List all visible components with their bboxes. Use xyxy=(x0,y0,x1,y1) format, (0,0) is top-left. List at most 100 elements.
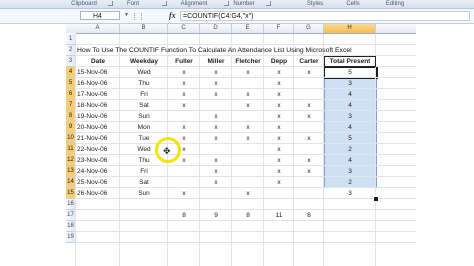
column-total-cell[interactable]: 9 xyxy=(200,210,232,221)
total-present-cell[interactable]: 3 xyxy=(324,78,376,89)
column-header-c[interactable]: C xyxy=(168,24,200,33)
weekday-cell[interactable]: Mon xyxy=(120,122,168,133)
attendance-cell[interactable]: x xyxy=(168,188,200,199)
date-cell[interactable]: 22-Nov-06 xyxy=(77,144,121,155)
total-present-cell[interactable]: 3 xyxy=(324,166,376,177)
weekday-cell[interactable]: Fri xyxy=(120,89,168,100)
total-present-cell[interactable]: 4 xyxy=(324,89,376,100)
ribbon-group-number[interactable]: Number xyxy=(226,0,262,8)
ribbon-group-cells[interactable]: Cells xyxy=(340,0,366,8)
attendance-cell[interactable]: x xyxy=(294,67,324,78)
attendance-cell[interactable]: x xyxy=(264,111,294,122)
column-header-g[interactable]: G xyxy=(294,24,324,33)
attendance-cell[interactable]: x xyxy=(200,89,232,100)
attendance-cell[interactable] xyxy=(232,166,264,177)
column-header-e[interactable]: E xyxy=(232,24,264,33)
ribbon-group-editing[interactable]: Editing xyxy=(378,0,412,8)
attendance-cell[interactable]: x xyxy=(200,155,232,166)
column-header-a[interactable]: A xyxy=(76,24,120,33)
attendance-cell[interactable] xyxy=(294,89,324,100)
attendance-cell[interactable] xyxy=(168,166,200,177)
ribbon-group-clipboard[interactable]: Clipboard xyxy=(64,0,104,8)
attendance-cell[interactable]: x xyxy=(200,133,232,144)
ribbon-group-font[interactable]: Font xyxy=(118,0,148,8)
attendance-cell[interactable]: x xyxy=(232,122,264,133)
date-cell[interactable]: 25-Nov-06 xyxy=(77,177,121,188)
number-launcher-icon[interactable] xyxy=(266,1,271,6)
attendance-cell[interactable] xyxy=(168,111,200,122)
total-present-cell[interactable]: 2 xyxy=(324,144,376,155)
weekday-cell[interactable]: Fri xyxy=(120,166,168,177)
column-header-h[interactable]: H xyxy=(324,24,376,33)
attendance-cell[interactable] xyxy=(294,144,324,155)
insert-function-icon[interactable]: fx xyxy=(169,11,176,20)
total-present-cell[interactable]: 4 xyxy=(324,100,376,111)
weekday-cell[interactable]: Sun xyxy=(120,188,168,199)
date-cell[interactable]: 19-Nov-06 xyxy=(77,111,121,122)
attendance-cell[interactable]: x xyxy=(168,100,200,111)
attendance-cell[interactable] xyxy=(200,188,232,199)
total-present-cell[interactable]: 3 xyxy=(324,188,376,199)
date-cell[interactable]: 15-Nov-06 xyxy=(77,67,121,78)
date-cell[interactable]: 24-Nov-06 xyxy=(77,166,121,177)
attendance-cell[interactable]: x xyxy=(200,177,232,188)
attendance-cell[interactable]: x xyxy=(264,67,294,78)
column-header-f[interactable]: F xyxy=(264,24,294,33)
ribbon-group-styles[interactable]: Styles xyxy=(300,0,330,8)
attendance-cell[interactable]: x xyxy=(232,89,264,100)
attendance-cell[interactable]: x xyxy=(294,166,324,177)
attendance-cell[interactable]: x xyxy=(232,188,264,199)
attendance-cell[interactable] xyxy=(232,177,264,188)
total-present-cell[interactable]: 5 xyxy=(324,67,376,78)
column-header-b[interactable]: B xyxy=(120,24,168,33)
column-total-cell[interactable]: 8 xyxy=(294,210,324,221)
column-header-d[interactable]: D xyxy=(200,24,232,33)
total-present-cell[interactable]: 4 xyxy=(324,155,376,166)
worksheet-grid[interactable]: 1 2 3 4 5 6 7 8 9 10 11 12 13 14 15 16 17 18 19 How To Use … xyxy=(0,34,474,266)
attendance-cell[interactable]: x xyxy=(168,122,200,133)
attendance-cell[interactable]: x xyxy=(232,100,264,111)
attendance-cell[interactable] xyxy=(200,144,232,155)
attendance-cell[interactable]: x xyxy=(264,100,294,111)
attendance-cell[interactable]: x xyxy=(264,89,294,100)
attendance-cell[interactable]: x xyxy=(264,155,294,166)
weekday-cell[interactable]: Sun xyxy=(120,111,168,122)
attendance-cell[interactable] xyxy=(232,144,264,155)
attendance-cell[interactable]: x xyxy=(200,122,232,133)
attendance-cell[interactable]: x xyxy=(264,122,294,133)
attendance-cell[interactable]: x xyxy=(294,155,324,166)
attendance-cell[interactable]: x xyxy=(168,78,200,89)
date-cell[interactable]: 18-Nov-06 xyxy=(77,100,121,111)
date-cell[interactable]: 21-Nov-06 xyxy=(77,133,121,144)
attendance-cell[interactable]: x xyxy=(294,133,324,144)
attendance-cell[interactable] xyxy=(294,177,324,188)
attendance-cell[interactable]: x xyxy=(264,144,294,155)
total-present-cell[interactable]: 3 xyxy=(324,111,376,122)
fill-handle[interactable] xyxy=(373,196,379,202)
attendance-cell[interactable]: x xyxy=(264,78,294,89)
attendance-cell[interactable] xyxy=(232,78,264,89)
weekday-cell[interactable]: Sat xyxy=(120,100,168,111)
chevron-down-icon[interactable]: ▼ xyxy=(124,12,129,18)
attendance-cell[interactable]: x xyxy=(232,67,264,78)
attendance-cell[interactable]: x xyxy=(264,177,294,188)
total-present-cell[interactable]: 2 xyxy=(324,177,376,188)
column-total-cell[interactable]: 8 xyxy=(232,210,264,221)
attendance-cell[interactable] xyxy=(232,155,264,166)
ribbon-group-alignment[interactable]: Alignment xyxy=(170,0,218,8)
column-total-cell[interactable]: 11 xyxy=(264,210,294,221)
attendance-cell[interactable]: x xyxy=(200,67,232,78)
date-cell[interactable]: 26-Nov-06 xyxy=(77,188,121,199)
attendance-cell[interactable]: x xyxy=(168,89,200,100)
name-box[interactable]: H4 xyxy=(80,11,120,20)
column-total-cell[interactable]: 8 xyxy=(168,210,200,221)
attendance-cell[interactable] xyxy=(294,122,324,133)
weekday-cell[interactable]: Thu xyxy=(120,78,168,89)
date-cell[interactable]: 16-Nov-06 xyxy=(77,78,121,89)
weekday-cell[interactable]: Sat xyxy=(120,177,168,188)
attendance-cell[interactable]: x xyxy=(264,133,294,144)
attendance-cell[interactable]: x xyxy=(200,111,232,122)
total-present-cell[interactable]: 5 xyxy=(324,133,376,144)
attendance-cell[interactable]: x xyxy=(294,111,324,122)
weekday-cell[interactable]: Wed xyxy=(120,67,168,78)
